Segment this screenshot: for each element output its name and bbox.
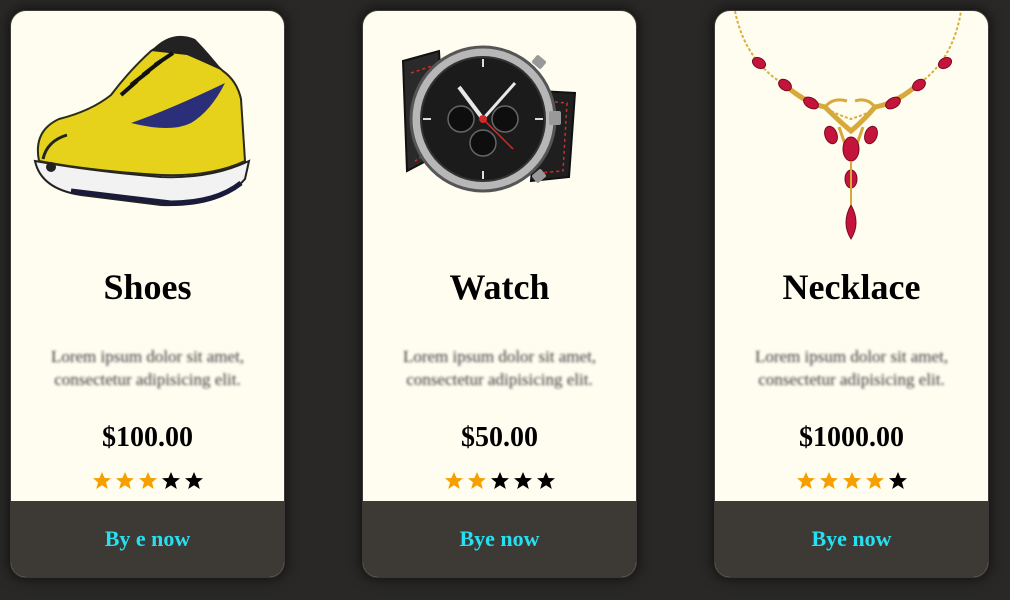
- star-empty-icon: [513, 472, 532, 489]
- buy-now-button[interactable]: Bye now: [715, 501, 988, 577]
- sneaker-image: [11, 11, 284, 251]
- star-empty-icon: [184, 472, 203, 489]
- rating-stars: [11, 471, 284, 491]
- rating-stars: [363, 471, 636, 491]
- rating-stars: [715, 471, 988, 491]
- star-filled-icon: [138, 472, 157, 489]
- product-title: Watch: [449, 267, 550, 307]
- star-filled-icon: [842, 472, 861, 489]
- product-description: Lorem ipsum dolor sit amet, consectetur …: [402, 347, 597, 389]
- product-card-shoes: Shoes Lorem ipsum dolor sit amet, consec…: [10, 10, 285, 578]
- star-filled-icon: [865, 472, 884, 489]
- star-empty-icon: [161, 472, 180, 489]
- buy-now-button[interactable]: By e now: [11, 501, 284, 577]
- product-description: Lorem ipsum dolor sit amet, consectetur …: [50, 347, 245, 389]
- star-filled-icon: [444, 472, 463, 489]
- product-card-necklace: Necklace Lorem ipsum dolor sit amet, con…: [714, 10, 989, 578]
- product-title: Necklace: [782, 267, 921, 307]
- star-filled-icon: [92, 472, 111, 489]
- buy-now-button[interactable]: Bye now: [363, 501, 636, 577]
- star-empty-icon: [490, 472, 509, 489]
- product-description: Lorem ipsum dolor sit amet, consectetur …: [754, 347, 949, 389]
- star-filled-icon: [467, 472, 486, 489]
- product-price: $50.00: [461, 422, 538, 453]
- product-grid: Shoes Lorem ipsum dolor sit amet, consec…: [0, 0, 1010, 600]
- star-empty-icon: [536, 472, 555, 489]
- star-empty-icon: [888, 472, 907, 489]
- product-price: $100.00: [102, 422, 193, 453]
- product-card-watch: Watch Lorem ipsum dolor sit amet, consec…: [362, 10, 637, 578]
- wristwatch-image: [363, 11, 636, 251]
- product-title: Shoes: [103, 267, 192, 307]
- star-filled-icon: [819, 472, 838, 489]
- necklace-image: [715, 11, 988, 251]
- star-filled-icon: [796, 472, 815, 489]
- star-filled-icon: [115, 472, 134, 489]
- product-price: $1000.00: [799, 422, 904, 453]
